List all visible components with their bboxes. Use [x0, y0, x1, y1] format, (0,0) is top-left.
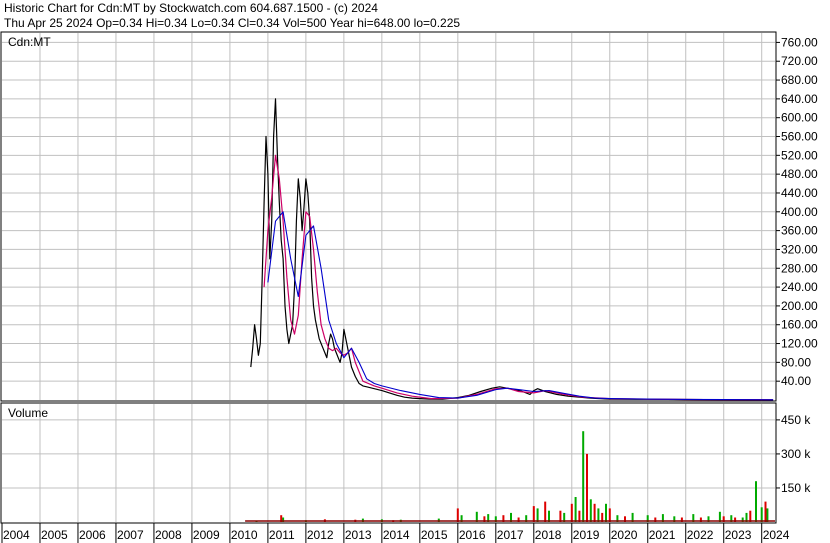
- price-panel-frame: [0, 31, 777, 402]
- y-tick-label: 600.00: [781, 111, 818, 125]
- volume-tick-label: 300 k: [781, 447, 811, 461]
- volume-bar: [456, 508, 459, 522]
- historic-chart: 2004 2005 2006 2007 2008 2009 2010 2011 2012 2013…: [0, 31, 818, 543]
- volume-bar: [593, 503, 596, 522]
- x-tick-label: 2007: [117, 528, 144, 542]
- y-tick-label: 520.00: [781, 148, 818, 162]
- x-tick-label: 2010: [231, 528, 258, 542]
- x-tick-label: 2006: [79, 528, 106, 542]
- y-tick-label: 760.00: [781, 35, 818, 49]
- volume-bar: [766, 508, 769, 522]
- x-tick-label: 2024: [763, 528, 790, 542]
- x-tick-label: 2021: [649, 528, 676, 542]
- volume-panel-label: Volume: [8, 406, 48, 420]
- y-tick-label: 560.00: [781, 130, 818, 144]
- volume-bar: [597, 508, 600, 522]
- x-tick-label: 2013: [345, 528, 372, 542]
- x-tick-label: 2005: [41, 528, 68, 542]
- x-tick-label: 2016: [459, 528, 486, 542]
- volume-bar: [574, 497, 577, 522]
- y-tick-label: 80.00: [781, 355, 811, 369]
- y-tick-label: 320.00: [781, 242, 818, 256]
- x-tick-label: 2018: [535, 528, 562, 542]
- volume-tick-label: 450 k: [781, 413, 811, 427]
- x-tick-label: 2022: [687, 528, 714, 542]
- y-tick-label: 480.00: [781, 167, 818, 181]
- x-tick-label: 2017: [497, 528, 524, 542]
- y-tick-label: 680.00: [781, 73, 818, 87]
- y-tick-label: 360.00: [781, 224, 818, 238]
- volume-bar: [589, 499, 592, 522]
- x-tick-label: 2023: [725, 528, 752, 542]
- volume-bar: [608, 508, 611, 522]
- y-tick-label: 720.00: [781, 54, 818, 68]
- x-tick-label: 2011: [269, 528, 295, 542]
- x-tick-label: 2012: [307, 528, 334, 542]
- volume-bar: [760, 507, 763, 523]
- y-tick-label: 120.00: [781, 337, 818, 351]
- y-tick-label: 280.00: [781, 261, 818, 275]
- volume-bar: [605, 503, 607, 522]
- x-tick-label: 2004: [3, 528, 30, 542]
- volume-bar: [536, 508, 539, 522]
- y-tick-label: 160.00: [781, 318, 818, 332]
- volume-bar: [755, 481, 757, 522]
- volume-bar: [764, 501, 767, 522]
- x-tick-label: 2015: [421, 528, 448, 542]
- y-tick-label: 640.00: [781, 92, 818, 106]
- volume-bar: [544, 501, 547, 522]
- y-tick-label: 400.00: [781, 205, 818, 219]
- y-tick-label: 240.00: [781, 280, 818, 294]
- volume-bar: [582, 431, 585, 522]
- x-tick-label: 2019: [573, 528, 600, 542]
- volume-bar: [570, 503, 573, 522]
- x-tick-label: 2020: [611, 528, 638, 542]
- volume-panel-frame: [0, 402, 777, 524]
- y-tick-label: 40.00: [781, 374, 811, 388]
- volume-bar: [532, 506, 535, 522]
- x-tick-label: 2014: [383, 528, 410, 542]
- price-panel-label: Cdn:MT: [8, 35, 51, 49]
- volume-tick-label: 150 k: [781, 481, 811, 495]
- y-tick-label: 200.00: [781, 299, 818, 313]
- y-tick-label: 440.00: [781, 186, 818, 200]
- x-tick-label: 2009: [193, 528, 220, 542]
- volume-bar: [586, 453, 588, 522]
- x-tick-label: 2008: [155, 528, 182, 542]
